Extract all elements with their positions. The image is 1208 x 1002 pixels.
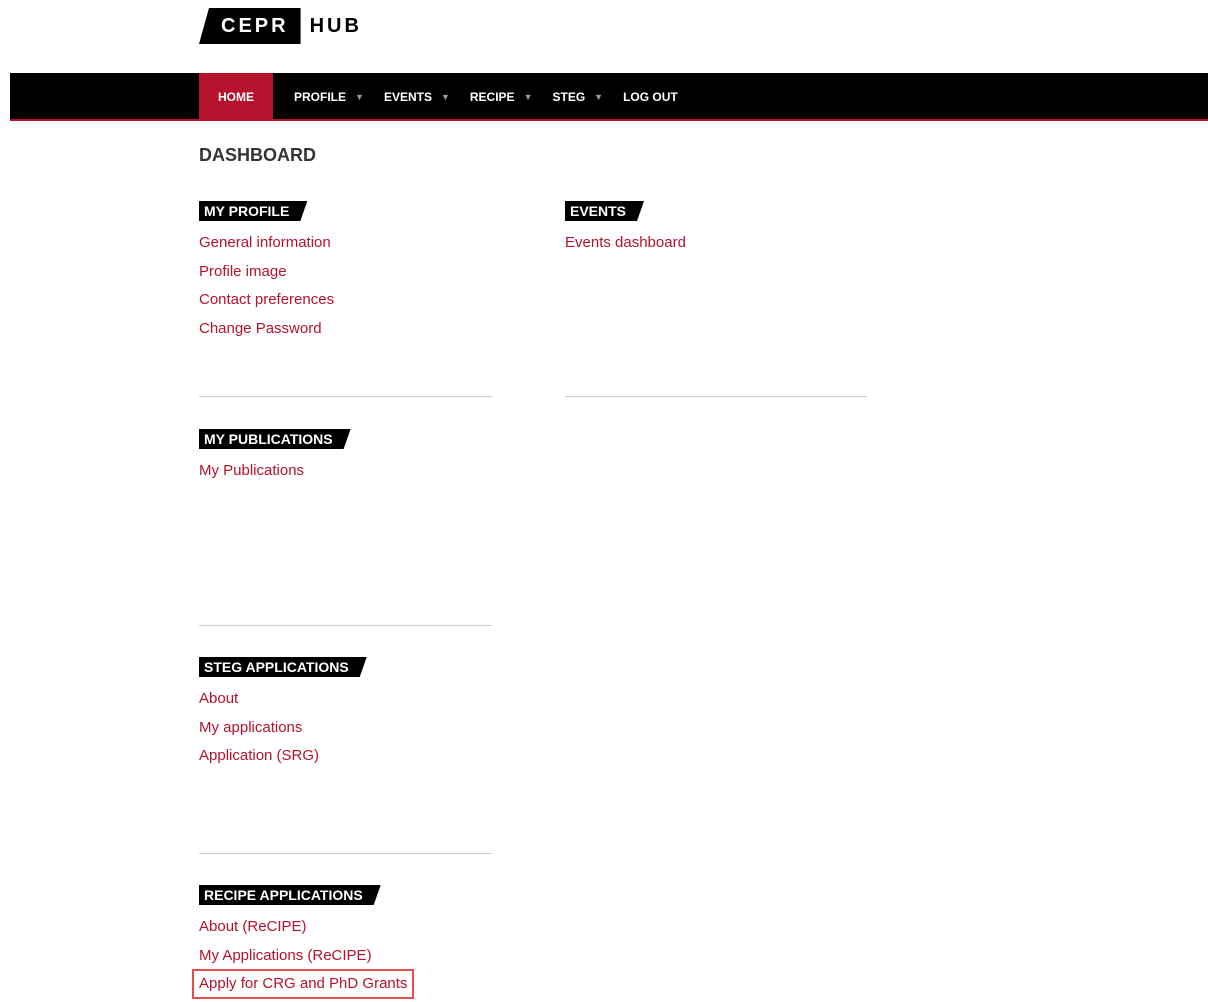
nav-steg[interactable]: STEG ▼	[542, 73, 613, 121]
section-heading-recipe-applications: RECIPE APPLICATIONS	[199, 885, 381, 905]
my-profile-links: General information Profile image Contac…	[199, 229, 334, 343]
recipe-applications-links: About (ReCIPE) My Applications (ReCIPE) …	[191, 913, 415, 999]
nav-events[interactable]: EVENTS ▼	[374, 73, 460, 121]
nav-profile[interactable]: PROFILE ▼	[273, 73, 374, 121]
link-recipe-about[interactable]: About (ReCIPE)	[199, 916, 307, 938]
divider	[199, 396, 492, 397]
nav-recipe-label: RECIPE	[469, 90, 515, 104]
divider	[565, 396, 867, 397]
chevron-down-icon: ▼	[440, 92, 450, 102]
chevron-down-icon: ▼	[523, 92, 533, 102]
link-my-publications[interactable]: My Publications	[199, 460, 304, 482]
nav-home[interactable]: HOME	[199, 73, 273, 121]
nav-events-label: EVENTS	[383, 90, 432, 104]
section-heading-steg-applications: STEG APPLICATIONS	[199, 657, 367, 677]
cepr-hub-logo[interactable]: CEPR HUB	[199, 8, 362, 44]
section-heading-events: EVENTS	[565, 201, 644, 221]
steg-applications-links: About My applications Application (SRG)	[199, 685, 367, 771]
link-profile-image[interactable]: Profile image	[199, 261, 287, 283]
nav-recipe[interactable]: RECIPE ▼	[460, 73, 543, 121]
link-events-dashboard[interactable]: Events dashboard	[565, 232, 686, 254]
nav-profile-label: PROFILE	[294, 90, 347, 104]
main-nav: HOME PROFILE ▼ EVENTS ▼ RECIPE ▼ STEG ▼ …	[199, 73, 688, 121]
section-heading-my-publications: MY PUBLICATIONS	[199, 429, 351, 449]
main-navbar: HOME PROFILE ▼ EVENTS ▼ RECIPE ▼ STEG ▼ …	[10, 73, 1208, 121]
divider	[199, 853, 492, 854]
logo-box-text: CEPR	[199, 8, 301, 44]
events-links: Events dashboard	[565, 229, 686, 258]
link-contact-preferences[interactable]: Contact preferences	[199, 289, 334, 311]
link-steg-my-applications[interactable]: My applications	[199, 717, 302, 739]
divider	[199, 625, 492, 626]
link-steg-application-srg[interactable]: Application (SRG)	[199, 745, 319, 767]
link-general-information[interactable]: General information	[199, 232, 331, 254]
section-heading-my-profile: MY PROFILE	[199, 201, 307, 221]
section-events: EVENTS Events dashboard	[565, 201, 686, 258]
link-recipe-my-applications[interactable]: My Applications (ReCIPE)	[199, 945, 372, 967]
section-my-profile: MY PROFILE General information Profile i…	[199, 201, 334, 343]
link-change-password[interactable]: Change Password	[199, 318, 322, 340]
link-apply-crg-phd-grants[interactable]: Apply for CRG and PhD Grants	[191, 969, 415, 999]
chevron-down-icon: ▼	[594, 92, 604, 102]
nav-steg-label: STEG	[552, 90, 586, 104]
page-title: DASHBOARD	[199, 145, 316, 165]
nav-home-label: HOME	[218, 90, 254, 104]
nav-log-out-label: LOG OUT	[623, 90, 678, 104]
section-my-publications: MY PUBLICATIONS My Publications	[199, 429, 351, 486]
nav-log-out[interactable]: LOG OUT	[613, 73, 688, 121]
link-steg-about[interactable]: About	[199, 688, 238, 710]
section-steg-applications: STEG APPLICATIONS About My applications …	[199, 657, 367, 771]
my-publications-links: My Publications	[199, 457, 351, 486]
chevron-down-icon: ▼	[355, 92, 364, 102]
logo-text: HUB	[309, 14, 362, 37]
section-recipe-applications: RECIPE APPLICATIONS About (ReCIPE) My Ap…	[191, 885, 415, 999]
